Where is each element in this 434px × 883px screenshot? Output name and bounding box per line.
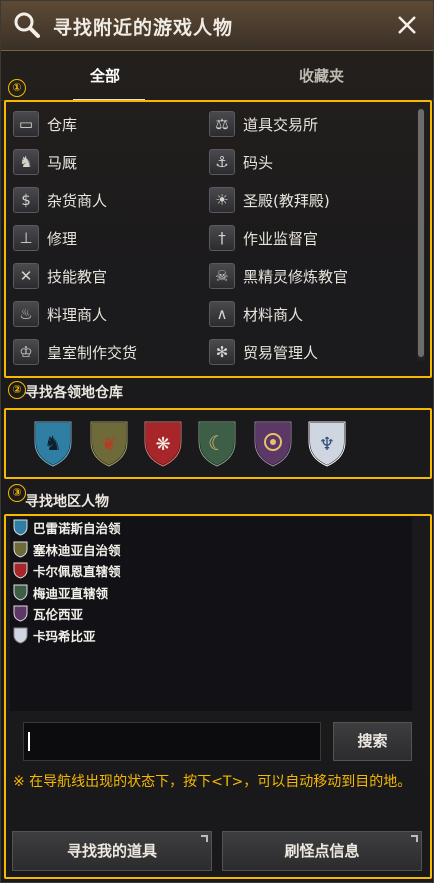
money-bag-icon: $ [13,187,39,213]
region-name: 梅迪亚直辖领 [33,585,109,601]
npc-type-label: 码头 [243,153,274,172]
npc-type-material-merchant[interactable]: ∧ 材料商人 [209,299,303,329]
region-name: 塞林迪亚自治领 [33,542,121,558]
npc-type-label: 圣殿(教拜殿) [243,191,330,210]
scales-icon: ⚖ [209,111,235,137]
npc-type-royal-crafting[interactable]: ♔ 皇室制作交货 [13,337,137,367]
npc-type-label: 黑精灵修炼教官 [243,267,349,286]
calpheon-badge-icon [13,562,28,579]
balenos-shield-icon[interactable]: ♞ [31,418,75,468]
npc-type-label: 皇室制作交货 [47,343,138,362]
npc-type-label: 贸易管理人 [243,343,319,362]
npc-type-stable[interactable]: ♞ 马厩 [13,147,77,177]
svg-text:♆: ♆ [319,434,335,455]
popout-corner-icon [411,835,418,842]
region-kamasylvia[interactable]: 卡玛希比亚 [13,625,96,645]
npc-search-input[interactable] [23,722,321,761]
anchor-icon: ⚓ [209,149,235,175]
search-button[interactable]: 搜索 [333,722,412,761]
npc-type-label: 料理商人 [47,305,108,324]
mediah-badge-icon [13,584,28,601]
npc-type-work-supervisor[interactable]: † 作业监督官 [209,223,318,253]
region-valencia[interactable]: 瓦伦西亚 [13,603,83,623]
npc-type-cooking-merchant[interactable]: ♨ 料理商人 [13,299,107,329]
tab-bar: 全部 收藏夹 [1,51,433,101]
npc-type-label: 作业监督官 [243,229,319,248]
material-icon: ∧ [209,301,235,327]
monster-zone-label: 刷怪点信息 [284,842,360,860]
npc-type-temple[interactable]: ☀ 圣殿(教拜殿) [209,185,330,215]
npc-list-scrollbar-thumb[interactable] [418,109,424,357]
npc-search-window: 寻找附近的游戏人物 全部 收藏夹 ① ▭ 仓库 ♞ 马厩 $ 杂货商人 ⊥ 修理… [0,0,434,883]
svg-text:❋: ❋ [155,434,170,455]
serendia-shield-icon[interactable]: ❦ [87,418,131,468]
tab-favorites[interactable]: 收藏夹 [299,65,344,86]
npc-type-label: 仓库 [47,115,78,134]
mediah-shield-icon[interactable]: ☾ [195,418,239,468]
marker-1: ① [8,79,26,97]
valencia-shield-icon[interactable] [251,418,295,468]
marker-2: ② [8,381,26,399]
svg-text:❦: ❦ [101,434,116,455]
horse-icon: ♞ [13,149,39,175]
chest-icon: ▭ [13,111,39,137]
npc-type-item-exchange[interactable]: ⚖ 道具交易所 [209,109,318,139]
region-name: 瓦伦西亚 [33,606,84,622]
serendia-badge-icon [13,541,28,558]
search-icon [14,12,40,38]
tab-all[interactable]: 全部 [90,65,120,86]
title-bar[interactable]: 寻找附近的游戏人物 [1,1,433,51]
npc-type-label: 杂货商人 [47,191,108,210]
pickaxe-icon: † [209,225,235,251]
svg-text:☾: ☾ [208,431,226,455]
calpheon-shield-icon[interactable]: ❋ [141,418,185,468]
svg-text:♞: ♞ [44,431,62,455]
npc-type-wharf[interactable]: ⚓ 码头 [209,147,273,177]
roast-chicken-icon: ♨ [13,301,39,327]
npc-type-label: 道具交易所 [243,115,319,134]
monster-zone-info-button[interactable]: 刷怪点信息 [222,831,422,871]
npc-type-general-merchant[interactable]: $ 杂货商人 [13,185,107,215]
royal-crafter-icon: ♔ [13,339,39,365]
region-balenos[interactable]: 巴雷诺斯自治领 [13,517,121,537]
region-section-title: 寻找地区人物 [25,494,109,510]
balenos-badge-icon [13,519,28,536]
navigation-hint: ※ 在导航线出现的状态下，按下<T>，可以自动移动到目的地。 [13,774,412,790]
npc-type-skill-instructor[interactable]: ✕ 技能教官 [13,261,107,291]
kamasylvia-shield-icon[interactable]: ♆ [305,418,349,468]
npc-type-warehouse[interactable]: ▭ 仓库 [13,109,77,139]
kamasylvia-badge-icon [13,627,28,644]
crossed-weapons-icon: ✕ [13,263,39,289]
anvil-icon: ⊥ [13,225,39,251]
npc-type-label: 材料商人 [243,305,304,324]
popout-corner-icon [201,835,208,842]
find-my-items-button[interactable]: 寻找我的道具 [12,831,212,871]
region-name: 卡玛希比亚 [33,628,96,644]
npc-type-trade-manager[interactable]: ✻ 贸易管理人 [209,337,318,367]
npc-type-repair[interactable]: ⊥ 修理 [13,223,77,253]
trade-wheel-icon: ✻ [209,339,235,365]
dark-spirit-icon: ☠ [209,263,235,289]
npc-type-black-spirit-trainer[interactable]: ☠ 黑精灵修炼教官 [209,261,348,291]
region-name: 巴雷诺斯自治领 [33,520,121,536]
window-title: 寻找附近的游戏人物 [53,17,234,39]
marker-3: ③ [8,484,26,502]
find-my-items-label: 寻找我的道具 [66,842,157,860]
territory-section-title: 寻找各领地仓库 [25,385,123,401]
npc-type-label: 马厩 [47,153,78,172]
region-name: 卡尔佩恩直辖领 [33,563,121,579]
npc-type-label: 技能教官 [47,267,108,286]
region-serendia[interactable]: 塞林迪亚自治领 [13,539,121,559]
region-mediah[interactable]: 梅迪亚直辖领 [13,582,108,602]
valencia-badge-icon [13,605,28,622]
close-icon[interactable] [395,13,419,37]
text-caret [28,732,30,751]
npc-type-label: 修理 [47,229,78,248]
region-calpheon[interactable]: 卡尔佩恩直辖领 [13,560,121,580]
sun-emblem-icon: ☀ [209,187,235,213]
